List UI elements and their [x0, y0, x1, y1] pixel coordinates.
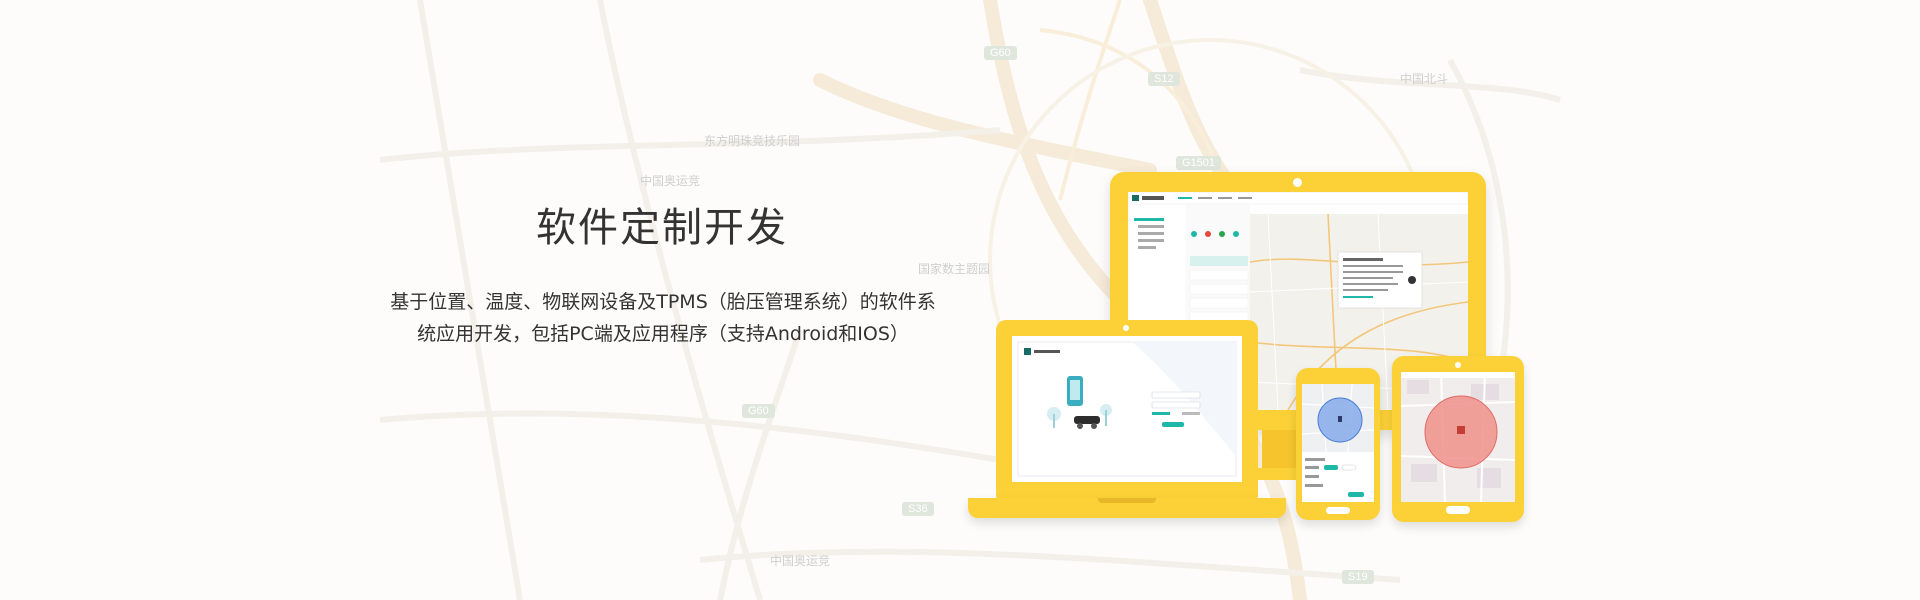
- laptop: [996, 320, 1258, 498]
- laptop-camera: [1123, 325, 1129, 331]
- laptop-base: [968, 498, 1286, 518]
- map-label: 中国奥运竞: [640, 174, 701, 188]
- tablet-home-button: [1446, 506, 1470, 514]
- laptop-screen: [1012, 336, 1242, 482]
- map-label: 中国奥运竞: [770, 554, 831, 568]
- hero-description: 基于位置、温度、物联网设备及TPMS（胎压管理系统）的软件系统应用开发，包括PC…: [390, 291, 936, 345]
- map-shield: G1501: [1176, 156, 1222, 170]
- map-shield: S12: [1148, 72, 1180, 86]
- tablet-geofence-screenshot: [1401, 372, 1515, 502]
- map-shield: G60: [742, 404, 775, 418]
- map-background: [0, 0, 1920, 600]
- map-label: 国家数主题园: [918, 262, 991, 276]
- laptop-login-screenshot: [1012, 336, 1242, 482]
- tablet-screen: [1401, 372, 1515, 502]
- map-shield: S36: [902, 502, 934, 516]
- smartphone: [1296, 368, 1380, 520]
- map-shield: S19: [1342, 570, 1374, 584]
- page-title: 软件定制开发: [536, 205, 788, 251]
- map-label: 中国北斗: [1400, 72, 1449, 86]
- phone-screen: [1302, 384, 1374, 502]
- map-shield: G60: [984, 46, 1017, 60]
- laptop-notch: [1098, 498, 1156, 503]
- phone-home-button: [1326, 507, 1350, 514]
- map-label: 东方明珠竞技乐园: [704, 134, 801, 148]
- phone-geofence-screenshot: [1302, 384, 1374, 502]
- monitor-camera: [1293, 178, 1302, 187]
- tablet-camera: [1455, 362, 1461, 368]
- tablet: [1392, 356, 1524, 522]
